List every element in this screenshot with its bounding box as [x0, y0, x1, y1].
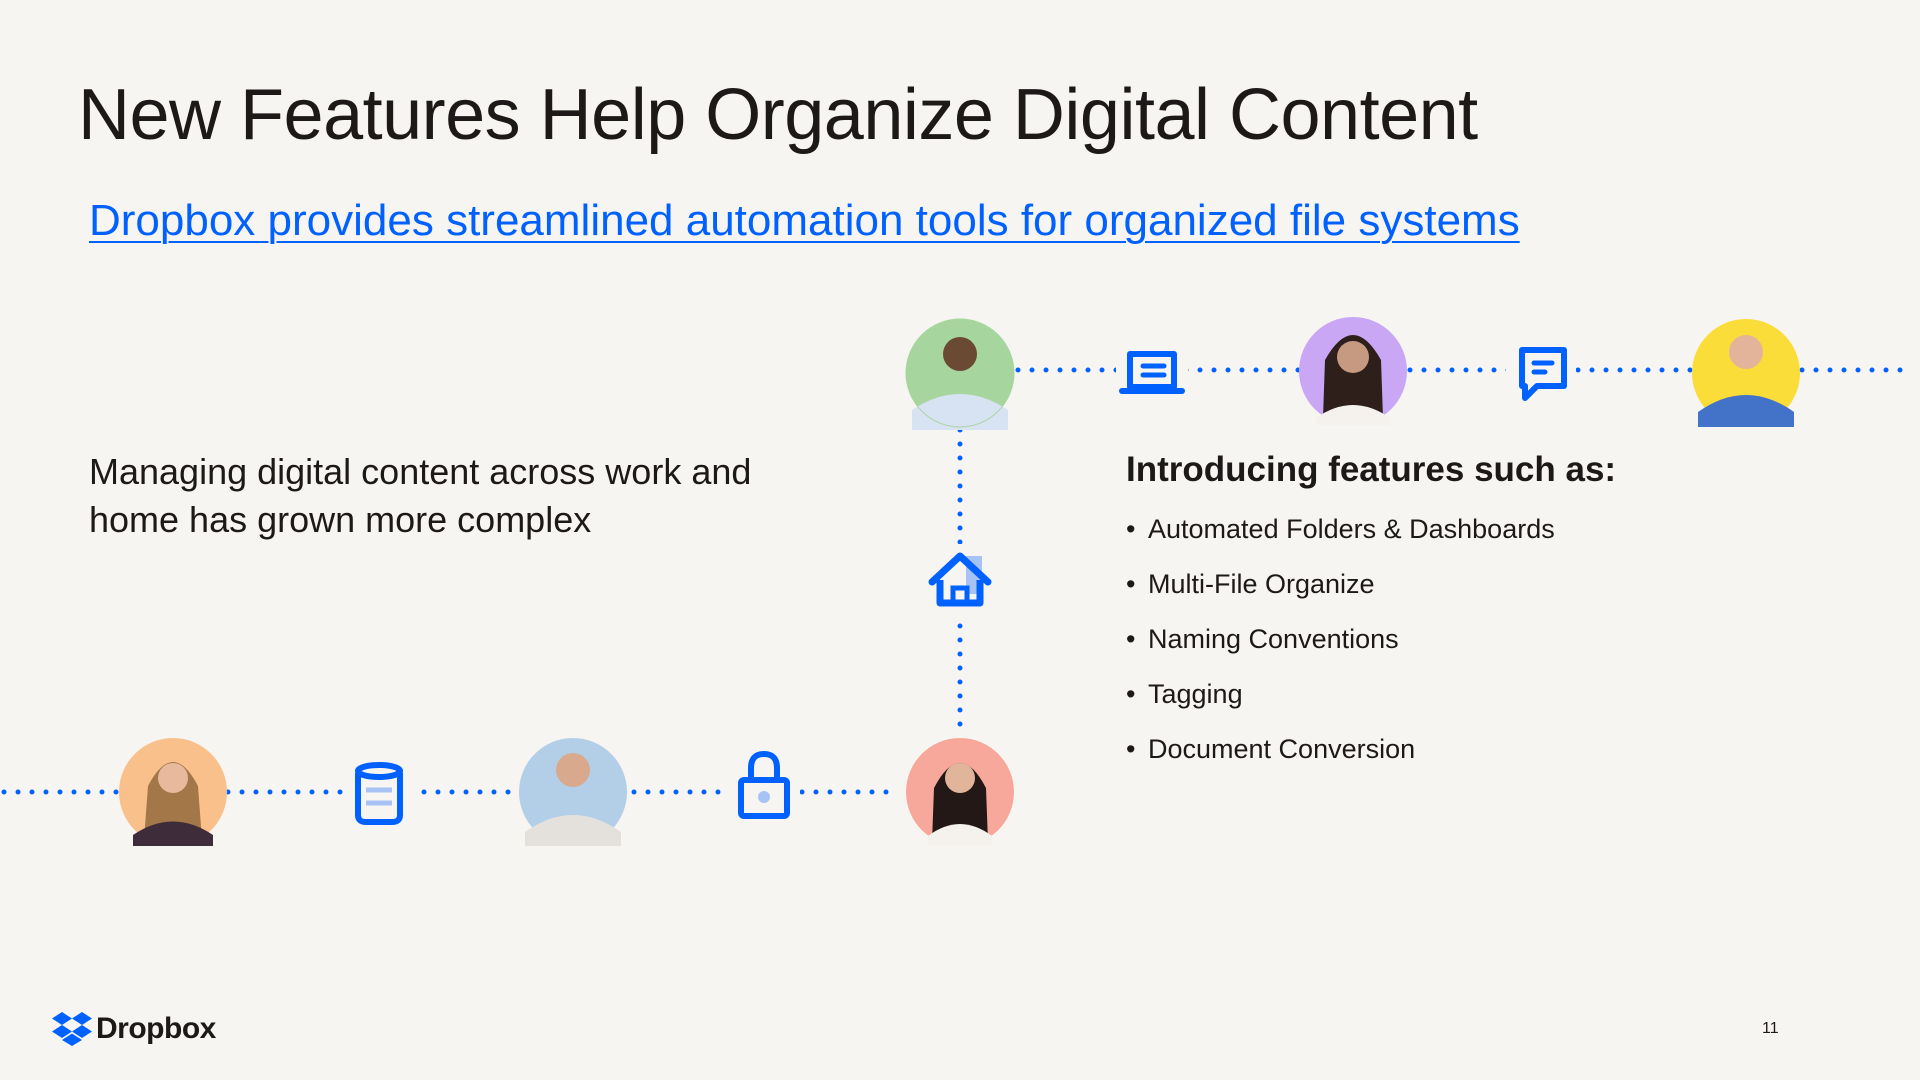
avatar	[1299, 317, 1407, 425]
dropbox-logo-icon	[52, 1012, 92, 1046]
brand-logo: Dropbox	[52, 1012, 216, 1046]
avatar	[519, 738, 627, 846]
page-number: 11	[1762, 1020, 1779, 1037]
avatar	[905, 318, 1015, 430]
avatar	[119, 738, 227, 846]
avatar	[906, 738, 1014, 846]
avatar	[1692, 319, 1800, 427]
connection-diagram	[1, 317, 1913, 846]
brand-name: Dropbox	[96, 1012, 216, 1045]
